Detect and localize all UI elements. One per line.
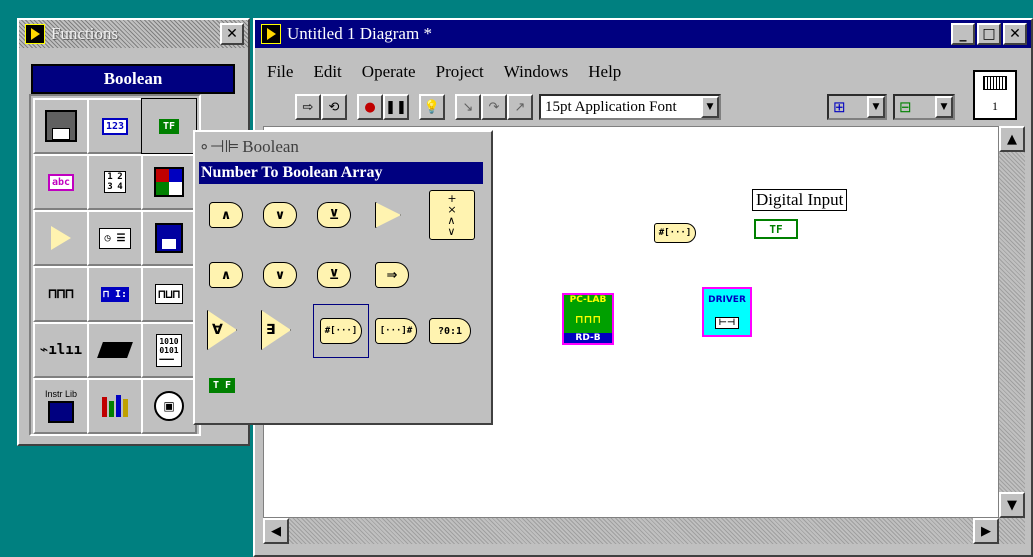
category-header: Boolean: [31, 64, 235, 94]
boolean-subpalette: ∘⊣⊫ Boolean Number To Boolean Array ∧ ∨ …: [193, 130, 493, 425]
boolean-icon[interactable]: TF: [141, 98, 197, 154]
run-icon[interactable]: ⇨: [295, 94, 321, 120]
pin-icon[interactable]: ∘⊣⊫: [199, 137, 239, 157]
boolean-array-to-number-icon[interactable]: [···]#: [375, 318, 417, 344]
connector-number: 1: [992, 98, 998, 113]
minimize-button[interactable]: _: [951, 23, 975, 45]
abort-icon[interactable]: ●: [357, 94, 383, 120]
and-icon[interactable]: ∧: [209, 202, 243, 228]
menu-operate[interactable]: Operate: [362, 62, 416, 84]
scroll-left-button[interactable]: ◀: [263, 518, 289, 544]
distribute-objects-dropdown[interactable]: ⊟ ▼: [893, 94, 955, 120]
category-label: Boolean: [103, 69, 163, 88]
horizontal-scrollbar[interactable]: ◀ ▶: [263, 518, 999, 544]
or-icon[interactable]: ∨: [263, 202, 297, 228]
chevron-down-icon: ▼: [935, 96, 953, 118]
tutorial-icon[interactable]: [87, 322, 143, 378]
chevron-down-icon: ▼: [701, 96, 719, 118]
function-tooltip: Number To Boolean Array: [199, 162, 483, 184]
advanced-icon[interactable]: 1010 0101 ━━━: [141, 322, 197, 378]
number-to-boolean-array-node[interactable]: #[···]: [654, 223, 696, 243]
step-into-icon[interactable]: ↘: [455, 94, 481, 120]
diagram-title: Untitled 1 Diagram *: [287, 24, 432, 43]
run-continuously-icon[interactable]: ⟲: [321, 94, 347, 120]
implies-icon[interactable]: ⇒: [375, 262, 409, 288]
scroll-up-button[interactable]: ▲: [999, 126, 1025, 152]
numeric-icon[interactable]: 123: [87, 98, 143, 154]
connector-pane[interactable]: 1: [973, 70, 1017, 120]
user-library-icon[interactable]: [87, 378, 143, 434]
and-array-elements-icon[interactable]: ∀: [207, 310, 237, 350]
boolean-to-0-1-icon[interactable]: ?0:1: [429, 318, 471, 344]
labview-logo-icon: [261, 24, 281, 44]
xor-icon[interactable]: ⊻: [317, 202, 351, 228]
array-icon[interactable]: 1234: [87, 154, 143, 210]
driver-chip-icon: ⊢⊣: [714, 317, 740, 329]
data-acquisition-icon[interactable]: ⊓⊓⊓: [33, 266, 89, 322]
menu-help[interactable]: Help: [588, 62, 621, 84]
or-array-elements-icon[interactable]: ∃: [261, 310, 291, 350]
resize-grip[interactable]: [999, 518, 1025, 544]
close-button[interactable]: ✕: [220, 23, 244, 45]
close-button[interactable]: ✕: [1003, 23, 1027, 45]
scroll-down-button[interactable]: ▼: [999, 492, 1025, 518]
align-objects-dropdown[interactable]: ⊞ ▼: [827, 94, 887, 120]
subpalette-header: ∘⊣⊫ Boolean: [199, 136, 299, 158]
nor-icon[interactable]: ∨: [263, 262, 297, 288]
instrument-library-icon[interactable]: Instr Lib: [33, 378, 89, 434]
time-dialog-icon[interactable]: ◷ ☰: [87, 210, 143, 266]
menu-project[interactable]: Project: [436, 62, 484, 84]
chevron-down-icon: ▼: [867, 96, 885, 118]
file-io-icon[interactable]: [141, 210, 197, 266]
menu-windows[interactable]: Windows: [504, 62, 568, 84]
vertical-scrollbar[interactable]: ▲ ▼: [999, 126, 1025, 518]
step-over-icon[interactable]: ↷: [481, 94, 507, 120]
scroll-right-button[interactable]: ▶: [973, 518, 999, 544]
digital-input-label[interactable]: Digital Input: [752, 189, 848, 211]
cluster-icon-2[interactable]: [141, 154, 197, 210]
pc-lab-subvi[interactable]: PC-LAB ⊓⊓⊓ RD-B: [562, 293, 614, 345]
select-vi-icon[interactable]: ▣: [141, 378, 197, 434]
comparison-icon[interactable]: [33, 210, 89, 266]
menu-file[interactable]: File: [267, 62, 293, 84]
menu-bar: File Edit Operate Project Windows Help: [267, 62, 641, 84]
labview-logo-icon: [25, 24, 45, 44]
analysis-icon[interactable]: ⊓ I:: [87, 266, 143, 322]
pause-icon[interactable]: ❚❚: [383, 94, 409, 120]
compound-arithmetic-icon[interactable]: + × ∧ ∨: [429, 190, 475, 240]
function-grid: 123 TF abc 1234 ◷ ☰ ⊓⊓⊓ ⊓ I: ⊓⊔⊓ ⌁ılıı 1…: [29, 94, 201, 436]
pulse-wave-icon: ⊓⊓⊓: [574, 312, 602, 326]
string-icon[interactable]: abc: [33, 154, 89, 210]
toolbar: ⇨ ⟲ ● ❚❚ 💡 ↘ ↷ ↗ 15pt Application Font ▼…: [265, 92, 965, 122]
waveform-icon[interactable]: ⊓⊔⊓: [141, 266, 197, 322]
menu-edit[interactable]: Edit: [313, 62, 341, 84]
font-dropdown-value: 15pt Application Font: [545, 98, 677, 115]
align-icon: ⊞: [833, 99, 846, 116]
diagram-titlebar[interactable]: Untitled 1 Diagram * _ □ ✕: [255, 20, 1031, 48]
vi-icon: [983, 76, 1007, 91]
maximize-button[interactable]: □: [977, 23, 1001, 45]
subpalette-title: Boolean: [242, 137, 299, 156]
functions-titlebar[interactable]: Functions ✕: [19, 20, 248, 48]
math-icon[interactable]: ⌁ılıı: [33, 322, 89, 378]
font-dropdown[interactable]: 15pt Application Font ▼: [539, 94, 721, 120]
boolean-terminal[interactable]: TF: [754, 219, 798, 239]
boolean-constant-icon[interactable]: T F: [209, 378, 236, 393]
number-to-boolean-array-icon[interactable]: #[···]: [313, 304, 369, 358]
cluster-icon[interactable]: [33, 98, 89, 154]
nand-icon[interactable]: ∧: [209, 262, 243, 288]
step-out-icon[interactable]: ↗: [507, 94, 533, 120]
distribute-icon: ⊟: [899, 99, 912, 116]
highlight-execution-icon[interactable]: 💡: [419, 94, 445, 120]
functions-title: Functions: [51, 24, 119, 43]
driver-subvi[interactable]: DRIVER ⊢⊣: [702, 287, 752, 337]
xnor-icon[interactable]: ⊻: [317, 262, 351, 288]
not-icon[interactable]: [375, 202, 401, 228]
